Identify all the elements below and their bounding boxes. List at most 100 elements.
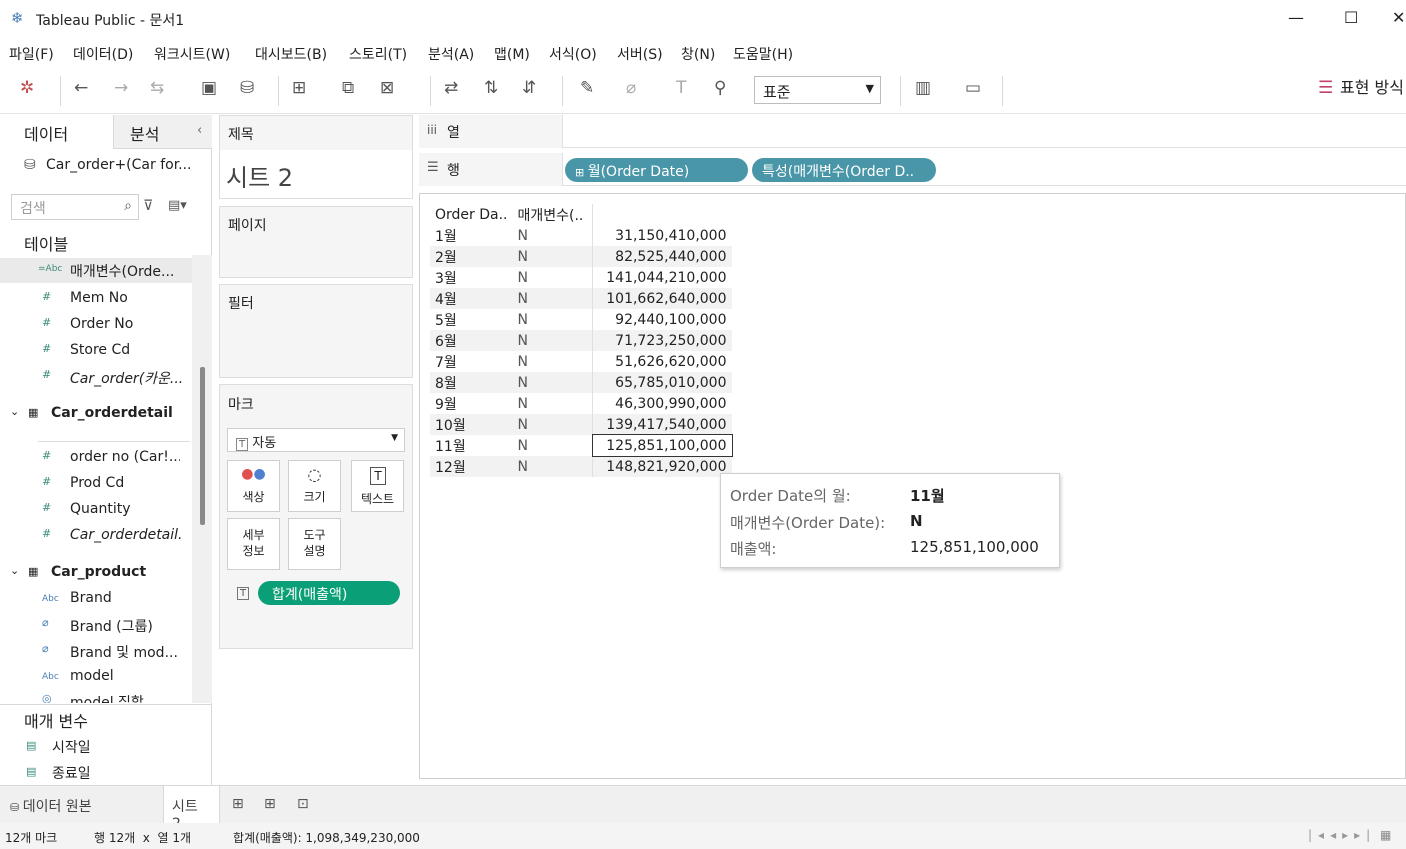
parameter-item[interactable]: 종료일: [52, 763, 91, 783]
header-cell[interactable]: N: [512, 456, 593, 477]
header-cell[interactable]: 1월: [430, 225, 513, 246]
value-cell[interactable]: 125,851,100,000: [591, 434, 733, 457]
header-cell[interactable]: N: [513, 351, 593, 372]
table-row[interactable]: 1월 N 31,150,410,000: [430, 225, 732, 246]
new-worksheet-icon[interactable]: ⊞: [232, 796, 244, 812]
header-cell[interactable]: N: [512, 246, 593, 267]
replay-icon[interactable]: ⇆: [150, 78, 164, 98]
search-input[interactable]: 검색 ⌕: [11, 194, 139, 220]
columns-shelf[interactable]: iii 열: [419, 115, 1406, 148]
tab-datasource[interactable]: ⛁ 데이터 원본: [0, 786, 163, 823]
minimize-button[interactable]: —: [1288, 8, 1304, 27]
detail-button[interactable]: 세부 정보: [227, 518, 280, 570]
column-header[interactable]: 매개변수(..: [513, 204, 593, 225]
sort-ascending-icon[interactable]: ⇅: [484, 78, 498, 98]
label-button[interactable]: T 텍스트: [351, 460, 404, 512]
sort-descending-icon[interactable]: ⇵: [522, 78, 536, 98]
menu-file[interactable]: 파일(F): [9, 44, 54, 64]
page-nav-icons[interactable]: |◂◂▸▸|: [1308, 828, 1376, 842]
table-row[interactable]: 11월 N 125,851,100,000: [430, 434, 733, 457]
datasource-name[interactable]: Car_order+(Car for...: [46, 157, 192, 173]
highlight-icon[interactable]: ✎: [580, 78, 594, 98]
tab-sheet[interactable]: 시트 2: [163, 786, 220, 832]
value-cell[interactable]: 51,626,620,000: [592, 351, 732, 372]
table-name[interactable]: Car_orderdetail: [51, 405, 173, 421]
menu-server[interactable]: 서버(S): [617, 44, 663, 64]
menu-story[interactable]: 스토리(T): [349, 44, 407, 64]
color-button[interactable]: ●● 색상: [227, 460, 280, 512]
header-cell[interactable]: N: [513, 309, 593, 330]
menu-format[interactable]: 서식(O): [549, 44, 597, 64]
header-cell[interactable]: N: [512, 288, 593, 309]
header-cell[interactable]: 9월: [430, 393, 513, 414]
table-row[interactable]: 7월 N 51,626,620,000: [430, 351, 732, 372]
redo-icon[interactable]: →: [114, 78, 128, 98]
menu-window[interactable]: 창(N): [681, 44, 715, 64]
expand-chevron-icon[interactable]: ⌄: [10, 564, 19, 577]
header-cell[interactable]: 4월: [430, 288, 513, 309]
header-cell[interactable]: 8월: [430, 372, 513, 393]
new-datasource-icon[interactable]: ⛁: [240, 78, 254, 98]
menu-worksheet[interactable]: 워크시트(W): [154, 44, 230, 64]
swap-icon[interactable]: ⇄: [444, 78, 458, 98]
menu-help[interactable]: 도움말(H): [733, 44, 793, 64]
header-cell[interactable]: 10월: [430, 414, 513, 435]
group-icon[interactable]: ⌀: [626, 78, 636, 98]
tab-data[interactable]: 데이터: [0, 115, 114, 149]
measure-pill[interactable]: 합계(매출액): [258, 581, 400, 605]
header-cell[interactable]: 3월: [430, 267, 513, 288]
rows-shelf[interactable]: ☰ 행 ⊞ 월(Order Date) 특성(매개변수(Order D..: [419, 153, 1406, 186]
maximize-button[interactable]: ☐: [1344, 8, 1358, 27]
value-cell[interactable]: 46,300,990,000: [592, 393, 732, 414]
table-row[interactable]: 10월 N 139,417,540,000: [430, 414, 732, 435]
menu-data[interactable]: 데이터(D): [73, 44, 133, 64]
value-cell[interactable]: 71,723,250,000: [592, 330, 732, 351]
header-cell[interactable]: 12월: [430, 456, 513, 477]
field-item[interactable]: model 집합: [70, 692, 192, 703]
header-cell[interactable]: 6월: [430, 330, 513, 351]
show-me-button[interactable]: 표현 방식: [1340, 78, 1404, 98]
close-button[interactable]: ✕: [1392, 8, 1405, 27]
scrollbar-track[interactable]: [192, 255, 212, 703]
pin-icon[interactable]: ⚲: [714, 78, 726, 98]
value-cell[interactable]: 65,785,010,000: [592, 372, 732, 393]
table-name[interactable]: Car_product: [51, 564, 146, 580]
fit-select[interactable]: 표준 ▼: [754, 76, 881, 104]
tooltip-button[interactable]: 도구 설명: [288, 518, 341, 570]
header-cell[interactable]: N: [513, 393, 593, 414]
parameter-item[interactable]: 시작일: [52, 737, 91, 757]
filters-card[interactable]: 필터: [219, 284, 413, 378]
presentation-icon[interactable]: ▭: [965, 78, 981, 98]
header-cell[interactable]: 2월: [430, 246, 513, 267]
grid-icon[interactable]: ▦: [1380, 828, 1391, 842]
header-cell[interactable]: N: [512, 414, 593, 435]
size-button[interactable]: ◌ 크기: [288, 460, 341, 512]
expand-chevron-icon[interactable]: ⌄: [10, 405, 19, 418]
table-row[interactable]: 6월 N 71,723,250,000: [430, 330, 732, 351]
header-cell[interactable]: N: [512, 372, 593, 393]
table-row[interactable]: 8월 N 65,785,010,000: [430, 372, 732, 393]
sheet-title[interactable]: 시트 2: [226, 158, 293, 193]
header-cell[interactable]: 7월: [430, 351, 513, 372]
collapse-chevron-icon[interactable]: ‹: [197, 123, 202, 138]
value-cell[interactable]: 31,150,410,000: [592, 225, 732, 246]
view-options-icon[interactable]: ▤▾: [168, 198, 187, 213]
scrollbar-thumb[interactable]: [200, 367, 205, 525]
duplicate-sheet-icon[interactable]: ⧉: [342, 78, 354, 98]
value-cell[interactable]: 148,821,920,000: [592, 456, 732, 477]
show-cards-icon[interactable]: ▥: [915, 78, 931, 98]
clear-sheet-icon[interactable]: ⊠: [380, 78, 394, 98]
menu-dashboard[interactable]: 대시보드(B): [255, 44, 327, 64]
undo-icon[interactable]: ←: [74, 78, 88, 98]
header-cell[interactable]: N: [513, 267, 593, 288]
field-item[interactable]: order no (Car!...: [70, 449, 180, 465]
header-cell[interactable]: N: [512, 330, 593, 351]
new-worksheet-icon[interactable]: ⊞: [292, 78, 306, 98]
tableau-home-icon[interactable]: ✲: [20, 78, 34, 98]
show-me-icon[interactable]: ☰: [1318, 78, 1333, 98]
new-dashboard-icon[interactable]: ⊞: [264, 796, 276, 812]
field-item[interactable]: Car_orderdetail...: [70, 527, 182, 543]
header-cell[interactable]: N: [513, 435, 593, 456]
menu-map[interactable]: 맵(M): [494, 44, 530, 64]
table-row[interactable]: 5월 N 92,440,100,000: [430, 309, 732, 330]
